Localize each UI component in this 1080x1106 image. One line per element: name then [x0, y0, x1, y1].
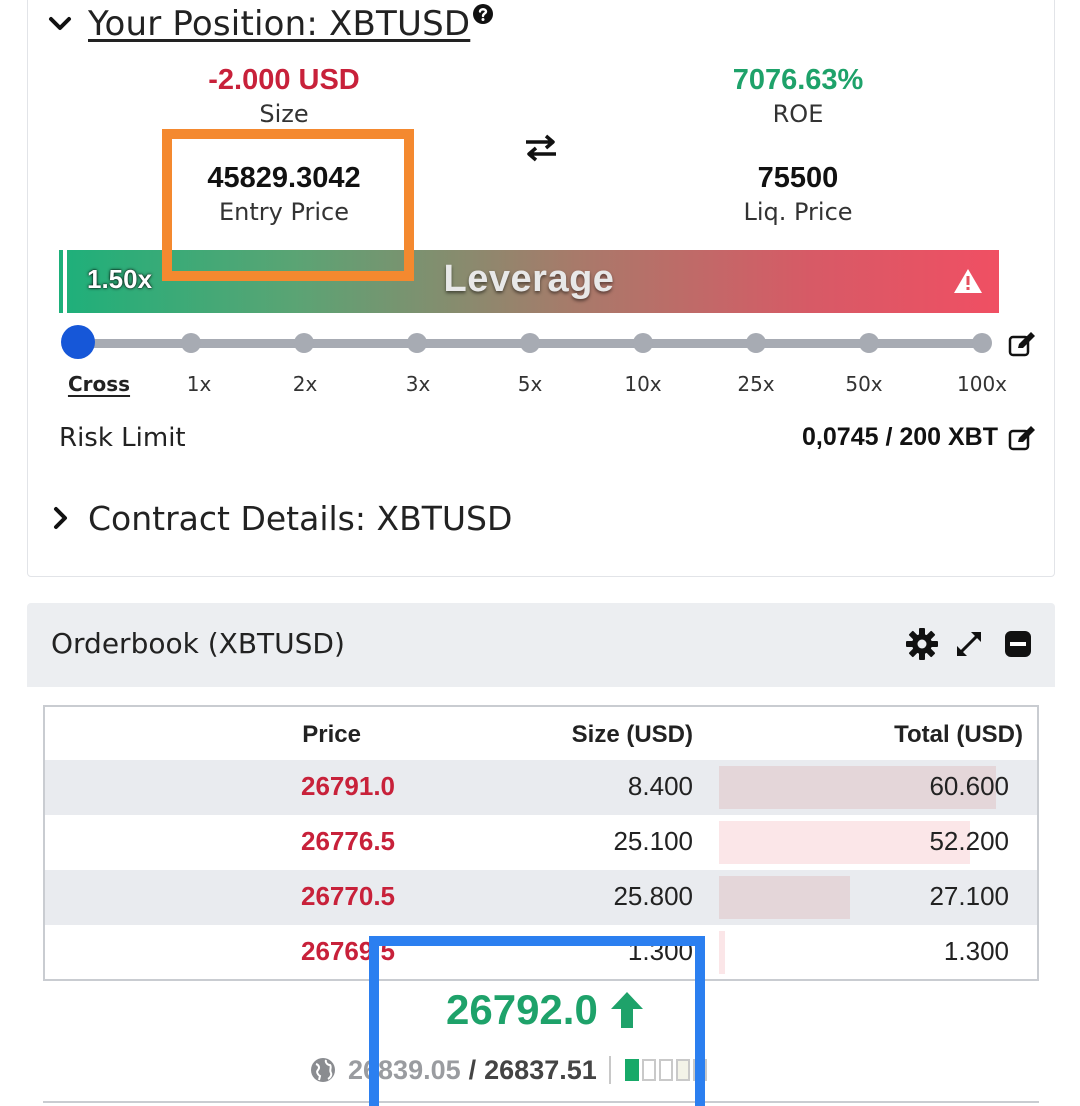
leverage-slider-handle[interactable]: [61, 325, 95, 359]
leverage-tick-100x[interactable]: [972, 333, 992, 353]
table-row[interactable]: 26776.5 25.100 52.200: [45, 815, 1037, 870]
edit-leverage-icon[interactable]: [1008, 331, 1036, 357]
chevron-right-icon[interactable]: [48, 506, 72, 530]
globe-icon: [311, 1058, 335, 1082]
swap-arrows-icon[interactable]: [524, 134, 558, 162]
depth-bar: [719, 931, 725, 974]
position-title[interactable]: Your Position: XBTUSD: [88, 4, 470, 44]
ask-total: 1.300: [943, 936, 1009, 966]
leverage-tick-1x[interactable]: [181, 333, 201, 353]
leverage-option-50x[interactable]: 50x: [845, 372, 882, 396]
contract-details-toggle[interactable]: Contract Details: XBTUSD: [48, 496, 512, 540]
ask-total: 27.100: [929, 881, 1009, 911]
orderbook-header: Orderbook (XBTUSD): [27, 603, 1055, 687]
position-header[interactable]: Your Position: XBTUSD: [48, 2, 494, 46]
risk-limit-value: 0,0745 / 200 XBT: [802, 423, 998, 451]
gear-icon[interactable]: [905, 627, 939, 661]
position-roe: 7076.63% ROE: [648, 62, 948, 130]
highlight-last-price: [369, 936, 705, 1106]
chevron-down-icon[interactable]: [48, 12, 72, 36]
size-value: -2.000 USD: [208, 64, 360, 96]
ask-size: 8.400: [627, 771, 693, 801]
leverage-option-100x[interactable]: 100x: [957, 372, 1007, 396]
ask-total: 52.200: [929, 826, 1009, 856]
warning-icon: [954, 269, 982, 293]
liq-price-label: Liq. Price: [743, 198, 853, 226]
edit-risk-limit-icon[interactable]: [1008, 425, 1036, 451]
table-row[interactable]: 26770.5 25.800 27.100: [45, 870, 1037, 925]
leverage-tick-2x[interactable]: [294, 333, 314, 353]
col-header-price[interactable]: Price: [302, 721, 361, 749]
expand-icon[interactable]: [952, 627, 986, 661]
leverage-option-25x[interactable]: 25x: [737, 372, 774, 396]
leverage-tick-10x[interactable]: [633, 333, 653, 353]
table-row[interactable]: 26791.0 8.400 60.600: [45, 760, 1037, 815]
contract-details-title[interactable]: Contract Details: XBTUSD: [88, 499, 512, 538]
minimize-icon[interactable]: [1001, 627, 1035, 661]
leverage-option-3x[interactable]: 3x: [406, 372, 431, 396]
ask-price[interactable]: 26776.5: [301, 826, 395, 857]
leverage-option-5x[interactable]: 5x: [518, 372, 543, 396]
leverage-tick-25x[interactable]: [746, 333, 766, 353]
roe-label: ROE: [772, 100, 824, 128]
leverage-tick-50x[interactable]: [859, 333, 879, 353]
ask-total: 60.600: [929, 771, 1009, 801]
position-size: -2.000 USD Size: [134, 62, 434, 130]
col-header-size[interactable]: Size (USD): [572, 721, 693, 749]
risk-limit-label: Risk Limit: [59, 423, 186, 453]
leverage-option-2x[interactable]: 2x: [293, 372, 318, 396]
leverage-option-1x[interactable]: 1x: [187, 372, 212, 396]
help-icon[interactable]: [472, 3, 494, 25]
leverage-option-10x[interactable]: 10x: [624, 372, 661, 396]
leverage-tick-5x[interactable]: [520, 333, 540, 353]
leverage-option-cross[interactable]: Cross: [68, 372, 130, 396]
liq-price: 75500 Liq. Price: [648, 160, 948, 228]
highlight-entry-price: [162, 129, 414, 281]
ask-price[interactable]: 26791.0: [301, 771, 395, 802]
roe-value: 7076.63%: [732, 64, 864, 96]
col-header-total[interactable]: Total (USD): [894, 721, 1023, 749]
leverage-tick-3x[interactable]: [407, 333, 427, 353]
orderbook-title: Orderbook (XBTUSD): [51, 627, 345, 660]
ask-price[interactable]: 26770.5: [301, 881, 395, 912]
ask-size: 25.800: [613, 881, 693, 911]
size-label: Size: [259, 100, 309, 128]
depth-bar: [719, 876, 850, 919]
ask-size: 25.100: [613, 826, 693, 856]
liq-price-value: 75500: [757, 162, 839, 194]
